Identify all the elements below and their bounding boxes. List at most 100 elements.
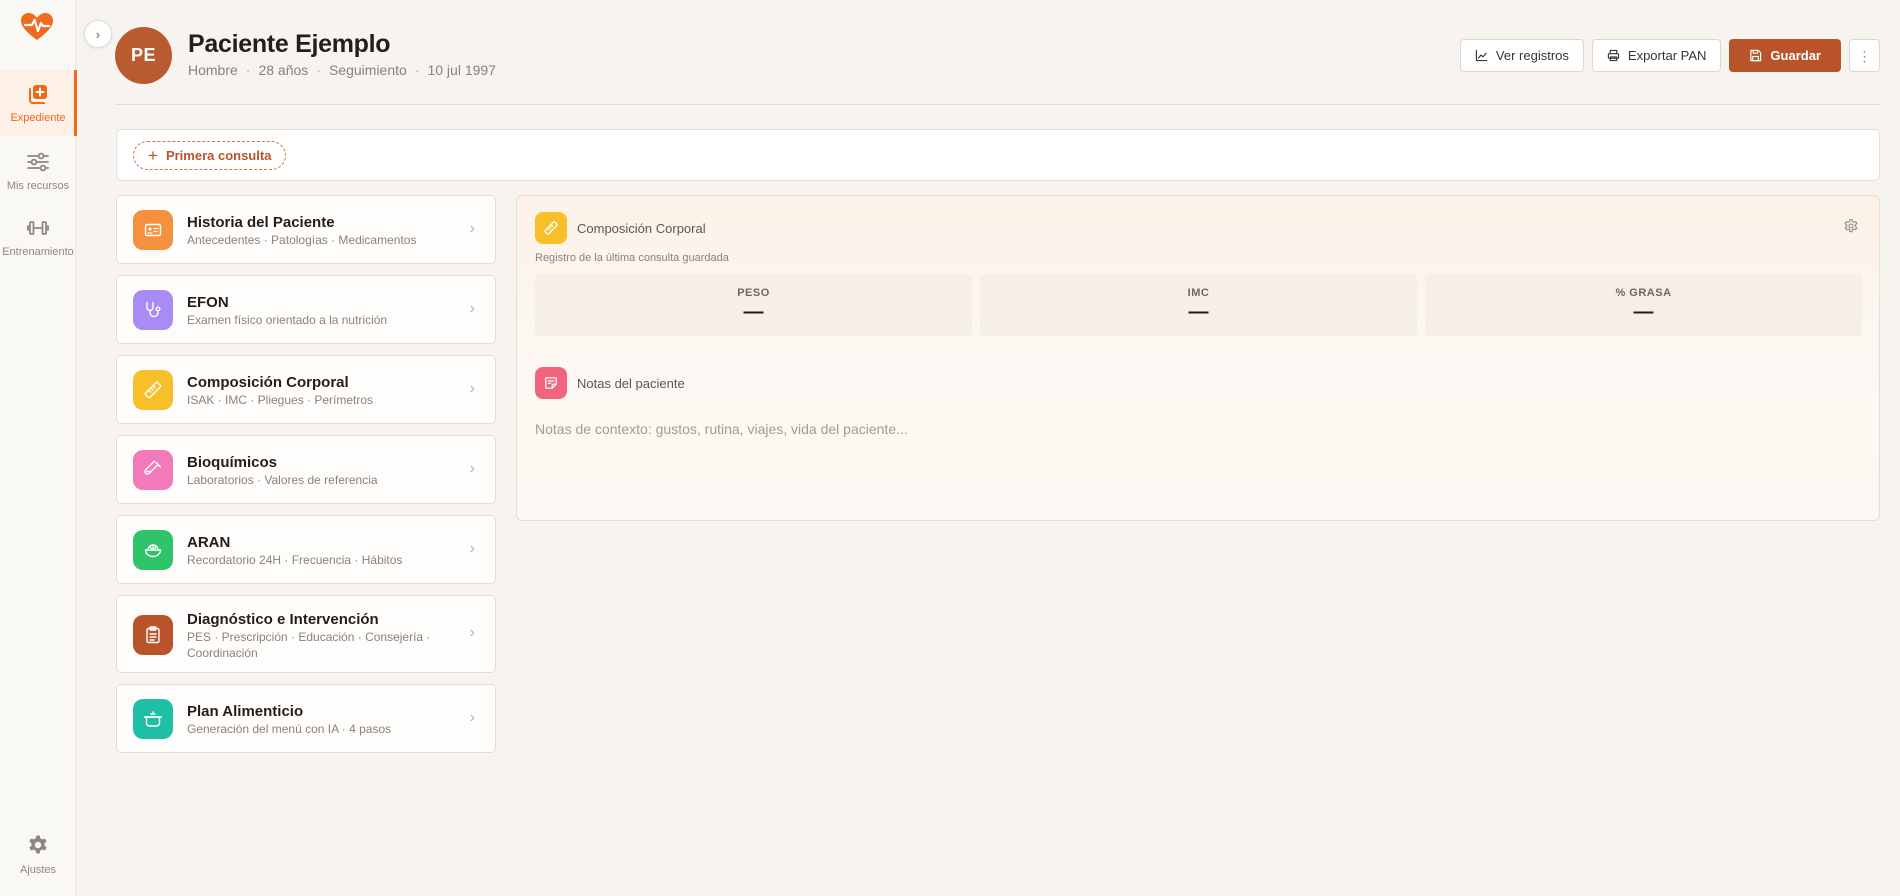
button-label: Primera consulta	[165, 148, 272, 163]
header-divider	[116, 104, 1880, 105]
module-icon	[133, 370, 173, 410]
plus-icon: +	[148, 146, 158, 165]
module-title: Historia del Paciente	[187, 214, 335, 231]
module-plan-alimenticio[interactable]: Plan Alimenticio Generación del menú con…	[116, 684, 496, 753]
exportar-pan-button[interactable]: Exportar PAN	[1591, 39, 1722, 72]
module-icon	[133, 210, 173, 250]
clipboard-icon	[146, 626, 160, 644]
module-bioquimicos[interactable]: Bioquímicos Laboratorios · Valores de re…	[116, 435, 496, 504]
metric-peso: PESO —	[535, 274, 972, 336]
more-options-button[interactable]: ⋮	[1849, 39, 1880, 72]
notes-section-icon	[535, 367, 567, 399]
primera-consulta-button[interactable]: + Primera consulta	[133, 141, 287, 170]
line-chart-icon	[1475, 49, 1488, 62]
sidebar-item-ajustes[interactable]: Ajustes	[0, 822, 76, 888]
button-label: Ver registros	[1495, 48, 1569, 63]
cooking-pot-icon	[143, 711, 163, 727]
patient-meta: Hombre · 28 años · Seguimiento · 10 jul …	[188, 62, 496, 78]
heart-pulse-logo-icon[interactable]	[20, 12, 54, 42]
salad-bowl-icon	[144, 544, 162, 558]
chevron-right-icon: ›	[95, 26, 101, 42]
chevron-right-icon: ›	[469, 540, 475, 557]
module-icon	[133, 290, 173, 330]
metric-label: PESO	[737, 287, 770, 299]
save-icon	[1750, 49, 1762, 62]
composition-caption: Registro de la última consulta guardada	[535, 252, 729, 264]
module-icon	[133, 530, 173, 570]
separator-dot: ·	[414, 62, 420, 78]
module-title: Diagnóstico e Intervención	[187, 611, 379, 628]
sidebar-toggle-button[interactable]: ›	[84, 20, 112, 48]
module-diagnostico-intervencion[interactable]: Diagnóstico e Intervención PES · Prescri…	[116, 595, 496, 673]
button-label: Guardar	[1770, 48, 1821, 63]
printer-icon	[1607, 49, 1620, 62]
sidebar-item-label: Ajustes	[19, 864, 57, 876]
module-title: Plan Alimenticio	[187, 703, 304, 720]
module-title: Composición Corporal	[187, 374, 349, 391]
ruler-icon	[144, 381, 162, 399]
module-icon	[133, 699, 173, 739]
composition-section-title: Composición Corporal	[577, 221, 706, 236]
patient-notes-input[interactable]	[535, 421, 1835, 437]
gear-icon	[29, 835, 47, 854]
module-aran[interactable]: ARAN Recordatorio 24H · Frecuencia · Háb…	[116, 515, 496, 584]
metric-label: IMC	[1187, 287, 1210, 299]
metric-imc: IMC —	[980, 274, 1417, 336]
module-subtitle: ISAK · IMC · Pliegues · Perímetros	[187, 393, 374, 407]
metric-label: % GRASA	[1615, 287, 1672, 299]
module-efon[interactable]: EFON Examen físico orientado a la nutric…	[116, 275, 496, 344]
metric-grasa: % GRASA —	[1425, 274, 1862, 336]
summary-panel: Composición Corporal Registro de la últi…	[516, 195, 1880, 521]
patient-sex: Hombre	[188, 62, 238, 78]
module-title: Bioquímicos	[187, 454, 278, 471]
more-vertical-icon: ⋮	[1857, 47, 1872, 64]
sidebar: Expediente Mis recursos Entrenamiento Aj…	[0, 0, 77, 896]
guardar-button[interactable]: Guardar	[1729, 39, 1841, 72]
stethoscope-icon	[146, 301, 161, 318]
chevron-right-icon: ›	[469, 709, 475, 726]
test-tube-icon	[144, 460, 162, 475]
dumbbell-icon	[27, 221, 49, 235]
ruler-icon	[544, 221, 558, 235]
module-subtitle: Recordatorio 24H · Frecuencia · Hábitos	[187, 553, 403, 567]
metric-value: —	[1633, 301, 1654, 323]
patient-age: 28 años	[258, 62, 309, 78]
separator-dot: ·	[245, 62, 251, 78]
chevron-right-icon: ›	[469, 380, 475, 397]
id-card-icon	[144, 223, 162, 237]
module-historia-del-paciente[interactable]: Historia del Paciente Antecedentes · Pat…	[116, 195, 496, 264]
module-subtitle: Antecedentes · Patologías · Medicamentos	[187, 233, 417, 247]
page-title: Paciente Ejemplo	[188, 30, 391, 58]
sticky-note-icon	[545, 377, 557, 389]
chevron-right-icon: ›	[469, 300, 475, 317]
button-label: Exportar PAN	[1627, 48, 1707, 63]
sidebar-item-expediente[interactable]: Expediente	[0, 70, 77, 136]
metric-value: —	[1188, 301, 1209, 323]
avatar: PE	[115, 27, 172, 84]
module-composicion-corporal[interactable]: Composición Corporal ISAK · IMC · Pliegu…	[116, 355, 496, 424]
separator-dot: ·	[316, 62, 321, 78]
sidebar-item-entrenamiento[interactable]: Entrenamiento	[0, 204, 76, 270]
folder-plus-icon	[29, 85, 47, 104]
patient-birth-date: 10 jul 1997	[427, 62, 496, 78]
composition-section-icon	[535, 212, 567, 244]
module-subtitle: Laboratorios · Valores de referencia	[187, 473, 378, 487]
module-icon	[133, 615, 173, 655]
module-icon	[133, 450, 173, 490]
sidebar-item-mis-recursos[interactable]: Mis recursos	[0, 138, 76, 204]
module-subtitle: PES · Prescripción · Educación · Conseje…	[187, 630, 431, 660]
module-subtitle: Examen físico orientado a la nutrición	[187, 313, 388, 327]
chevron-right-icon: ›	[469, 220, 475, 237]
chevron-right-icon: ›	[469, 624, 475, 641]
gear-icon[interactable]	[1843, 218, 1859, 234]
sliders-icon	[27, 152, 49, 172]
module-subtitle: Generación del menú con IA · 4 pasos	[187, 722, 392, 736]
header-actions: Ver registros Exportar PAN Guardar ⋮	[1459, 39, 1880, 72]
metric-value: —	[743, 301, 764, 323]
sidebar-item-label: Entrenamiento	[2, 246, 74, 258]
module-title: ARAN	[187, 534, 231, 551]
sidebar-item-label: Mis recursos	[6, 180, 70, 192]
ver-registros-button[interactable]: Ver registros	[1459, 39, 1584, 72]
sidebar-item-label: Expediente	[10, 112, 66, 124]
notes-section-title: Notas del paciente	[577, 376, 685, 391]
